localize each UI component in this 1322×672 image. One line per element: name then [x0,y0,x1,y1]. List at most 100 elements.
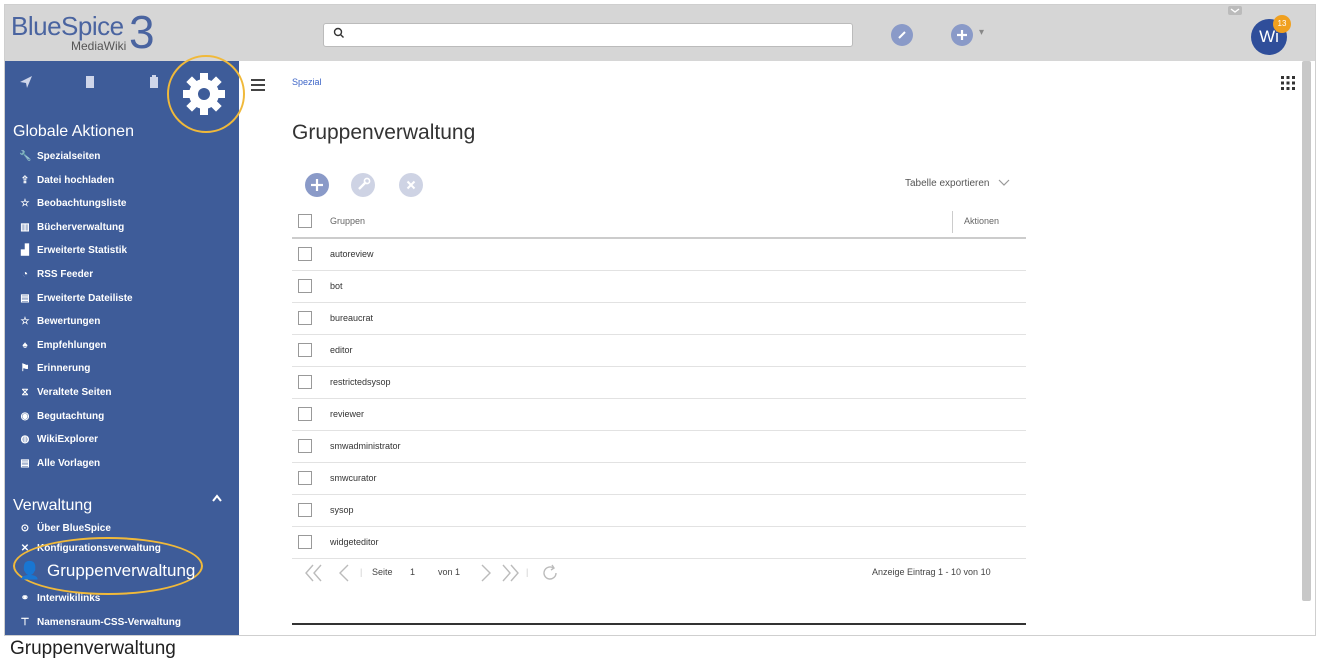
sidebar-item-bewertungen[interactable]: ☆ Bewertungen [19,314,101,330]
search-icon [333,27,344,38]
scrollbar[interactable] [1302,61,1311,601]
sidebar-item-wikiexplorer[interactable]: ◍ WikiExplorer [19,432,98,448]
sidebar-item-datei-hochladen[interactable]: ⇪ Datei hochladen [19,173,114,189]
sidebar-item-label: Erinnerung [37,363,91,375]
refresh-icon[interactable] [540,563,560,583]
first-page-icon[interactable] [304,563,324,583]
row-checkbox[interactable] [298,247,312,261]
section-global-actions: Globale Aktionen [13,123,134,140]
plus-icon [957,30,967,40]
sidebar-item-label: WikiExplorer [37,434,99,446]
row-checkbox[interactable] [298,375,312,389]
notification-badge[interactable]: 13 [1273,15,1291,33]
row-checkbox[interactable] [298,439,312,453]
sidebar-item-label: Spezialseiten [37,151,101,162]
next-page-icon[interactable] [476,563,496,583]
chevron-down-icon[interactable]: ▾ [979,27,984,38]
sidebar-item-erweiterte-statistik[interactable]: ▟ Erweiterte Statistik [19,243,127,259]
row-checkbox[interactable] [298,503,312,517]
search-box[interactable] [323,23,853,47]
sidebar-item-erweiterte-dateiliste[interactable]: ▤ Erweiterte Dateiliste [19,291,132,307]
group-name-cell: reviewer [330,409,365,419]
column-divider [952,211,953,233]
row-checkbox[interactable] [298,311,312,325]
logo-text: BlueSpice [11,11,124,41]
row-checkbox[interactable] [298,471,312,485]
sidebar-item-rss-feeder[interactable]: ◔ RSS Feeder [19,267,93,283]
sidebar-item-über-bluespice[interactable]: ⊙ Über BlueSpice [19,521,111,537]
create-button[interactable] [951,24,973,46]
sidebar-item-label: Veraltete Seiten [37,387,112,398]
flag-icon: ⚑ [20,363,30,375]
clipboard-icon[interactable] [147,75,161,89]
chevron-down-icon[interactable] [1227,6,1243,16]
sidebar-item-empfehlungen[interactable]: ♠ Empfehlungen [19,338,106,354]
template-icon: ▤ [20,457,30,469]
sidebar-item-beobachtungsliste[interactable]: ☆ Beobachtungsliste [19,196,127,212]
star-icon: ☆ [20,198,30,210]
table-header: Gruppen Aktionen [292,205,1026,239]
bluespice-logo[interactable]: BlueSpice MediaWiki 3 [11,6,161,59]
flame-icon: ♠ [22,339,28,351]
row-checkbox[interactable] [298,279,312,293]
table-row[interactable]: sysop [292,494,1026,527]
sidebar-item-namensraum-css-verwaltung[interactable]: ⊤ Namensraum-CSS-Verwaltung [19,615,181,631]
sidebar-tabs [5,55,245,133]
plus-icon [311,179,323,191]
image-caption: Gruppenverwaltung [10,638,176,659]
search-input[interactable] [352,25,846,45]
navigation-icon[interactable] [19,75,33,89]
sidebar-item-veraltete-seiten[interactable]: ⧖ Veraltete Seiten [19,385,111,401]
logo-mark: 3 [129,6,155,58]
sidebar-item-erinnerung[interactable]: ⚑ Erinnerung [19,361,91,377]
add-group-button[interactable] [305,173,329,197]
sidebar-item-label: Bücherverwaltung [37,221,125,233]
sidebar-item-alle-vorlagen[interactable]: ▤ Alle Vorlagen [19,456,100,472]
export-table-dropdown[interactable]: Tabelle exportieren [905,178,1010,189]
column-header-actions: Aktionen [964,216,1000,226]
table-row[interactable]: widgeteditor [292,526,1026,559]
row-checkbox[interactable] [298,343,312,357]
select-all-checkbox[interactable] [298,214,312,228]
last-page-icon[interactable] [500,563,520,583]
edit-group-button[interactable] [351,173,375,197]
link-icon: ⚭ [20,593,30,604]
top-bar: BlueSpice MediaWiki 3 ▾ Wi 13 [5,5,1315,61]
row-checkbox[interactable] [298,535,312,549]
group-name-cell: autoreview [330,249,374,259]
sidebar-item-label: Namensraum-CSS-Verwaltung [37,617,181,628]
edit-button[interactable] [891,24,913,46]
chevron-up-icon[interactable] [211,493,223,503]
table-row[interactable]: restrictedsysop [292,366,1026,399]
delete-group-button[interactable] [399,173,423,197]
pager-divider: | [360,567,363,577]
pager-summary: Anzeige Eintrag 1 - 10 von 10 [872,567,991,577]
previous-page-icon[interactable] [334,563,354,583]
sidebar-item-label: Empfehlungen [37,339,107,351]
table-row[interactable]: reviewer [292,398,1026,431]
sidebar-item-begutachtung[interactable]: ◉ Begutachtung [19,409,105,425]
breadcrumb[interactable]: Spezial [292,77,322,87]
logo-subtext: MediaWiki [71,39,127,53]
table-row[interactable]: autoreview [292,238,1026,271]
sidebar-item-label: Beobachtungsliste [37,198,127,210]
page-number-input[interactable]: 1 [410,567,415,577]
sidebar-item-spezialseiten[interactable]: 🔧 Spezialseiten [19,149,100,165]
apps-grid-icon[interactable] [1280,75,1296,91]
table-row[interactable]: editor [292,334,1026,367]
chevron-down-icon [998,179,1010,187]
sidebar-item-bücherverwaltung[interactable]: ▥ Bücherverwaltung [19,220,124,236]
stats-icon: ▟ [21,245,29,257]
info-icon: ⊙ [20,523,30,534]
table-row[interactable]: bot [292,270,1026,303]
column-header-groups[interactable]: Gruppen [330,205,365,237]
book-icon[interactable] [83,75,97,89]
hamburger-menu-icon[interactable] [251,79,265,91]
sidebar-item-group-management[interactable]: 👤 Gruppenverwaltung [19,561,195,581]
sidebar-item-label: Begutachtung [37,410,105,422]
row-checkbox[interactable] [298,407,312,421]
sidebar-item-label: Alle Vorlagen [37,457,101,469]
table-row[interactable]: smwadministrator [292,430,1026,463]
table-row[interactable]: smwcurator [292,462,1026,495]
table-row[interactable]: bureaucrat [292,302,1026,335]
